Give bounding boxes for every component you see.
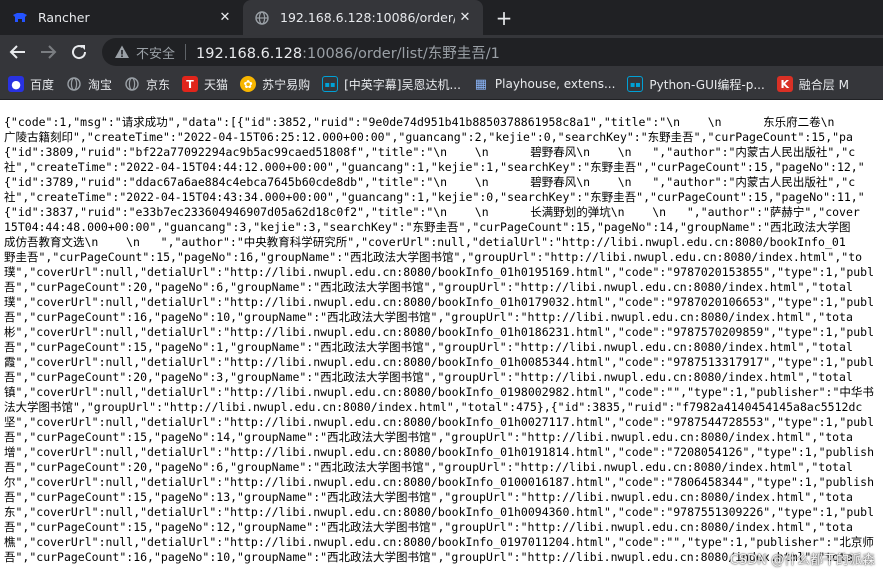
reload-button[interactable] (67, 40, 91, 64)
response-line: 吾","curPageCount":16,"pageNo":10,"groupN… (4, 310, 853, 324)
response-line: 吾","curPageCount":15,"pageNo":12,"groupN… (4, 520, 853, 534)
divider (185, 44, 187, 60)
response-line: 东","coverUrl":null,"detialUrl":"http://l… (4, 505, 875, 519)
bookmark-jd[interactable]: 京东 (124, 76, 170, 93)
response-line: 野圭吾","curPageCount":15,"pageNo":16,"grou… (4, 250, 863, 264)
tab-rancher[interactable]: Rancher ✕ (0, 0, 243, 35)
response-line: 吾","curPageCount":20,"pageNo":3,"groupNa… (4, 370, 853, 384)
forward-button[interactable] (36, 40, 60, 64)
bilibili-icon: ▪▪ (322, 76, 339, 92)
response-line: 15T04:44:48.000+00:00","guancang":3,"kej… (4, 220, 851, 234)
response-line: 吾","curPageCount":15,"pageNo":13,"groupN… (4, 490, 853, 504)
csdn-watermark: CSDN @什么都干的派森 (729, 553, 875, 568)
bookmark-suning[interactable]: ✿ 苏宁易购 (240, 76, 310, 93)
response-line: 吾","curPageCount":20,"pageNo":6,"groupNa… (4, 280, 853, 294)
response-line: {"id":3809,"ruid":"bf22a77092294ac9b5ac9… (4, 145, 856, 159)
response-line: 吾","curPageCount":15,"pageNo":1,"groupNa… (4, 340, 853, 354)
tab-title: Rancher (38, 10, 90, 25)
bookmark-tmall[interactable]: T 天猫 (182, 76, 228, 93)
back-button[interactable] (6, 40, 30, 64)
toolbar: 不安全 192.168.6.128:10086/order/list/东野圭吾/… (0, 35, 883, 69)
response-line: 广陵古籍刻印","createTime":"2022-04-15T06:25:1… (4, 130, 853, 144)
arrow-left-icon (9, 45, 25, 59)
response-line: 霞","coverUrl":null,"detialUrl":"http://l… (4, 355, 875, 369)
bookmark-fusion-layer[interactable]: K 融合层 M (776, 76, 849, 93)
response-line: 增","coverUrl":null,"detialUrl":"http://l… (4, 445, 875, 459)
response-line: 璞","coverUrl":null,"detialUrl":"http://l… (4, 265, 875, 279)
tmall-icon: T (182, 76, 199, 92)
globe-icon (254, 10, 270, 26)
json-response-body: {"code":1,"msg":"请求成功","data":[{"id":385… (0, 100, 883, 574)
bookmark-label: 京东 (146, 77, 171, 92)
close-icon[interactable]: ✕ (455, 8, 475, 28)
bookmark-baidu[interactable]: ● 百度 (8, 76, 54, 93)
bookmark-label: 天猫 (204, 77, 229, 92)
response-line: 坚","coverUrl":null,"detialUrl":"http://l… (4, 415, 875, 429)
url-path: :10086/order/list/东野圭吾/1 (302, 45, 500, 62)
globe-icon (124, 76, 140, 92)
new-tab-button[interactable]: + (492, 6, 516, 30)
paw-icon: ● (8, 76, 24, 92)
bookmark-label: 融合层 M (798, 77, 849, 92)
url-host: 192.168.6.128 (196, 45, 303, 62)
response-line: 社","createTime":"2022-04-15T04:43:34.000… (4, 190, 865, 204)
globe-icon (66, 76, 82, 92)
response-line: 社","createTime":"2022-04-15T04:44:12.000… (4, 160, 865, 174)
lion-icon: ✿ (240, 76, 257, 92)
bookmark-label: 苏宁易购 (262, 77, 311, 92)
response-line: 彬","coverUrl":null,"detialUrl":"http://l… (4, 325, 875, 339)
grid-icon: ▦ (474, 76, 488, 92)
arrow-right-icon (41, 45, 57, 59)
bookmark-label: Playhouse, extens... (494, 77, 616, 91)
response-line: 吾","curPageCount":20,"pageNo":6,"groupNa… (4, 460, 853, 474)
bilibili-icon: ▪▪ (627, 76, 644, 92)
tab-strip: Rancher ✕ 192.168.6.128:10086/order/list… (0, 0, 883, 35)
bookmark-python-gui[interactable]: ▪▪ Python-GUI编程-p... (627, 76, 765, 93)
security-label[interactable]: 不安全 (136, 43, 175, 62)
bookmark-label: 百度 (30, 77, 55, 92)
warning-icon (115, 45, 129, 58)
bookmarks-bar: ● 百度 淘宝 京东 T 天猫 ✿ 苏宁易购 ▪▪ [中英字幕]吴恩达机... … (0, 69, 883, 100)
rancher-icon (12, 10, 28, 26)
response-line: 吾","curPageCount":15,"pageNo":14,"groupN… (4, 430, 853, 444)
response-line: {"id":3789,"ruid":"ddac67a6ae884c4ebca76… (4, 175, 856, 189)
response-line: 镇","coverUrl":null,"detialUrl":"http://l… (4, 385, 874, 399)
close-icon[interactable]: ✕ (215, 8, 235, 28)
url-text[interactable]: 192.168.6.128:10086/order/list/东野圭吾/1 (196, 42, 500, 63)
tab-title: 192.168.6.128:10086/order/list (280, 10, 455, 25)
response-line: 法大学图书馆","groupUrl":"http://libi.nwupl.ed… (4, 400, 863, 414)
k-icon: K (776, 76, 793, 92)
bookmark-label: [中英字幕]吴恩达机... (344, 77, 461, 92)
response-line: 璞","coverUrl":null,"detialUrl":"http://l… (4, 295, 875, 309)
response-line: {"code":1,"msg":"请求成功","data":[{"id":385… (4, 115, 835, 129)
bookmark-playhouse[interactable]: ▦ Playhouse, extens... (473, 76, 616, 92)
response-line: 成仿吾教育文选\n \n ","author":"中央教育科学研究所","cov… (4, 235, 846, 249)
address-bar[interactable]: 不安全 192.168.6.128:10086/order/list/东野圭吾/… (102, 38, 883, 66)
bookmark-label: Python-GUI编程-p... (649, 77, 765, 92)
reload-icon (72, 45, 87, 60)
bookmark-bilibili-andrew-ng[interactable]: ▪▪ [中英字幕]吴恩达机... (322, 76, 461, 93)
response-line: {"id":3837,"ruid":"e33b7ec233604946907d0… (4, 205, 860, 219)
response-line: 樵","coverUrl":null,"detialUrl":"http://l… (4, 535, 874, 549)
bookmark-taobao[interactable]: 淘宝 (66, 76, 112, 93)
bookmark-label: 淘宝 (88, 77, 113, 92)
tab-order-list[interactable]: 192.168.6.128:10086/order/list ✕ (243, 0, 483, 35)
response-line: 尔","coverUrl":null,"detialUrl":"http://l… (4, 475, 875, 489)
